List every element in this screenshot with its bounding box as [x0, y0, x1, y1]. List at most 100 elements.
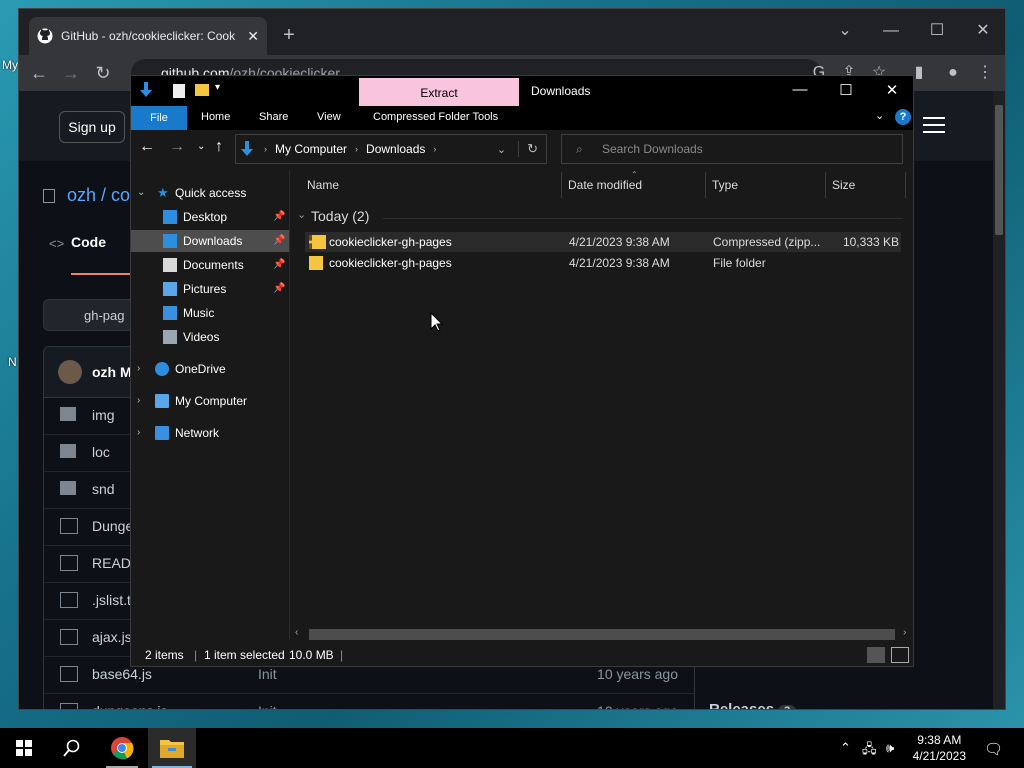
- tab-search-icon[interactable]: ⌄: [833, 19, 857, 43]
- large-icons-view-icon[interactable]: [891, 647, 909, 663]
- breadcrumb-chevron-icon[interactable]: ›: [433, 144, 436, 154]
- desktop-icon-label[interactable]: N: [8, 355, 17, 369]
- chevron-right-icon[interactable]: ›: [137, 422, 140, 444]
- nav-root-computer[interactable]: › My Computer: [131, 390, 289, 412]
- nav-quick-access[interactable]: ⌄ ★ Quick access: [131, 182, 289, 204]
- explorer-minimize-button[interactable]: —: [777, 81, 823, 98]
- new-folder-icon[interactable]: [195, 84, 209, 96]
- file-name[interactable]: Dunge: [92, 518, 133, 534]
- nav-item-documents[interactable]: Documents 📌: [131, 254, 289, 276]
- breadcrumb-chevron-icon[interactable]: ›: [355, 144, 358, 154]
- tab-code[interactable]: Code: [71, 234, 106, 250]
- help-icon[interactable]: ?: [895, 109, 911, 125]
- column-header-name[interactable]: Name: [307, 178, 339, 192]
- quick-access-toolbar-chevron-icon[interactable]: ▾: [215, 82, 220, 93]
- new-tab-button[interactable]: +: [277, 23, 301, 47]
- column-header-type[interactable]: Type: [712, 178, 738, 192]
- forward-arrow-icon[interactable]: →: [59, 61, 83, 85]
- file-row[interactable]: cookieclicker-gh-pages 4/21/2023 9:38 AM C…: [305, 232, 901, 252]
- taskbar-chrome-button[interactable]: [98, 728, 146, 768]
- ribbon-tab-compressed-folder-tools[interactable]: Compressed Folder Tools: [373, 111, 498, 123]
- file-row[interactable]: cookieclicker-gh-pages 4/21/2023 9:38 AM F…: [305, 253, 901, 273]
- nav-root-onedrive[interactable]: › OneDrive: [131, 358, 289, 380]
- nav-item-music[interactable]: Music: [131, 302, 289, 324]
- start-button[interactable]: [0, 728, 48, 768]
- column-divider[interactable]: [905, 172, 906, 198]
- column-divider[interactable]: [561, 172, 562, 198]
- desktop-icon-label[interactable]: My: [2, 58, 18, 72]
- chrome-tab-github[interactable]: GitHub - ozh/cookieclicker: Cook ✕: [29, 17, 267, 55]
- show-hidden-icons-chevron-icon[interactable]: ⌃: [840, 740, 851, 756]
- clock[interactable]: 9:38 AM 4/21/2023: [913, 732, 966, 764]
- scroll-left-icon[interactable]: ‹: [295, 627, 298, 638]
- nav-item-videos[interactable]: Videos: [131, 326, 289, 348]
- page-scrollbar[interactable]: [993, 91, 1005, 709]
- profile-icon[interactable]: ●: [941, 61, 965, 85]
- back-arrow-icon[interactable]: ←: [27, 61, 51, 85]
- repo-title[interactable]: ozh / co: [67, 185, 130, 206]
- scrollbar-thumb[interactable]: [995, 105, 1003, 235]
- hamburger-menu-icon[interactable]: [923, 117, 945, 133]
- explorer-close-button[interactable]: ✕: [869, 81, 915, 99]
- explorer-maximize-button[interactable]: ☐: [823, 81, 869, 99]
- breadcrumb-my-computer[interactable]: My Computer: [275, 142, 347, 156]
- volume-icon[interactable]: 🕪: [886, 740, 894, 756]
- forward-arrow-icon[interactable]: →: [169, 138, 185, 156]
- table-row[interactable]: dungeons.js Init 10 years ago: [44, 693, 694, 709]
- breadcrumb-chevron-icon[interactable]: ›: [264, 144, 267, 154]
- file-name[interactable]: dungeons.js: [92, 703, 168, 709]
- address-bar[interactable]: › My Computer › Downloads › ⌄ ↻: [235, 134, 547, 164]
- chevron-right-icon[interactable]: ›: [137, 358, 140, 380]
- chrome-close-button[interactable]: ✕: [971, 19, 995, 43]
- chrome-minimize-button[interactable]: —: [879, 19, 903, 43]
- file-name[interactable]: .jslist.t: [92, 592, 131, 608]
- nav-root-network[interactable]: › Network: [131, 422, 289, 444]
- nav-item-desktop[interactable]: Desktop 📌: [131, 206, 289, 228]
- column-header-date-modified[interactable]: Date modified: [568, 178, 642, 192]
- file-name[interactable]: loc: [92, 444, 110, 460]
- horizontal-scrollbar[interactable]: ‹ ›: [291, 626, 913, 642]
- up-arrow-icon[interactable]: ↑: [215, 138, 223, 156]
- group-collapse-chevron-icon[interactable]: ⌄: [297, 208, 306, 221]
- file-name[interactable]: img: [92, 407, 115, 423]
- ribbon-tab-view[interactable]: View: [317, 111, 341, 123]
- search-box[interactable]: ⌕ Search Downloads: [561, 134, 903, 164]
- sign-up-button[interactable]: Sign up: [59, 111, 125, 143]
- refresh-icon[interactable]: ↻: [518, 141, 538, 157]
- file-name[interactable]: ajax.js: [92, 629, 132, 645]
- details-view-icon[interactable]: [867, 647, 885, 663]
- network-icon[interactable]: 🖧: [862, 740, 877, 762]
- ribbon-tab-share[interactable]: Share: [259, 111, 288, 123]
- ribbon-tab-file[interactable]: File: [131, 106, 187, 130]
- column-header-size[interactable]: Size: [832, 178, 855, 192]
- commit-author[interactable]: ozh M: [92, 364, 132, 380]
- taskbar-file-explorer-button[interactable]: [148, 728, 196, 768]
- extract-contextual-tab[interactable]: Extract: [359, 78, 519, 106]
- back-arrow-icon[interactable]: ←: [139, 138, 155, 156]
- chrome-maximize-button[interactable]: ☐: [925, 19, 949, 43]
- file-name[interactable]: base64.js: [92, 666, 152, 682]
- releases-heading[interactable]: Releases 3: [709, 701, 797, 709]
- chevron-down-icon[interactable]: ⌄: [137, 182, 145, 204]
- column-divider[interactable]: [825, 172, 826, 198]
- breadcrumb-downloads[interactable]: Downloads: [366, 142, 425, 156]
- notifications-icon[interactable]: 🗨: [984, 740, 1003, 758]
- group-header-today[interactable]: Today (2): [311, 208, 369, 224]
- search-button[interactable]: [48, 728, 96, 768]
- address-history-chevron-icon[interactable]: ⌄: [497, 143, 506, 156]
- scrollbar-thumb[interactable]: [309, 629, 895, 640]
- ribbon-tab-home[interactable]: Home: [201, 111, 230, 123]
- file-name[interactable]: snd: [92, 481, 115, 497]
- avatar[interactable]: [58, 360, 82, 384]
- chrome-menu-icon[interactable]: ⋮: [973, 61, 997, 85]
- scroll-right-icon[interactable]: ›: [903, 627, 906, 638]
- chevron-right-icon[interactable]: ›: [137, 390, 140, 412]
- pane-divider[interactable]: [289, 170, 290, 640]
- properties-icon[interactable]: [173, 84, 185, 98]
- close-tab-icon[interactable]: ✕: [247, 28, 259, 45]
- expand-ribbon-chevron-icon[interactable]: ⌄: [875, 109, 884, 122]
- recent-locations-chevron-icon[interactable]: ⌄: [197, 141, 205, 152]
- column-divider[interactable]: [705, 172, 706, 198]
- reload-icon[interactable]: ↻: [91, 61, 115, 85]
- nav-item-pictures[interactable]: Pictures 📌: [131, 278, 289, 300]
